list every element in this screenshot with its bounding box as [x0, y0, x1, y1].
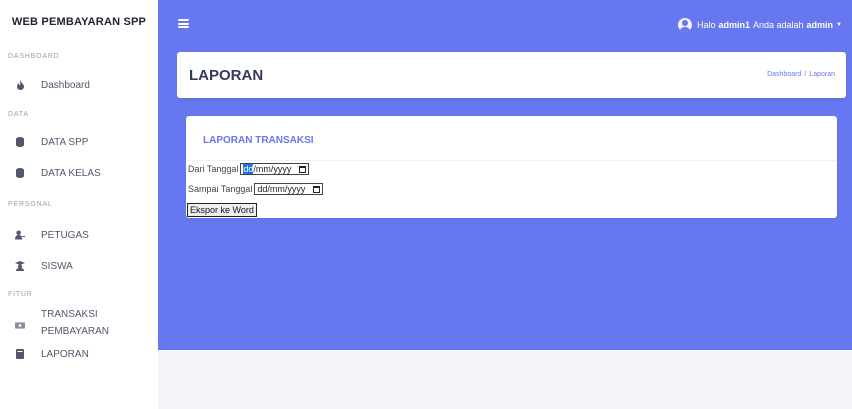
sidebar-item-laporan[interactable]: LAPORAN	[0, 342, 158, 366]
database-icon	[15, 137, 25, 147]
user-tie-icon	[15, 230, 25, 240]
user-dropdown[interactable]: Halo admin1 Anda adalah admin ▼	[677, 18, 842, 32]
section-data: DATA	[8, 111, 29, 118]
database-icon	[15, 168, 25, 178]
sidebar-item-dashboard[interactable]: Dashboard	[0, 73, 158, 97]
sidebar-item-label: SISWA	[41, 260, 73, 272]
export-word-button[interactable]: Ekspor ke Word	[187, 203, 257, 217]
breadcrumb: Dashboard / Laporan	[767, 71, 835, 78]
sidebar-item-siswa[interactable]: SISWA	[0, 254, 158, 278]
breadcrumb-dashboard[interactable]: Dashboard	[767, 71, 801, 78]
card-title: LAPORAN TRANSAKSI	[203, 135, 314, 146]
sidebar-item-label: LAPORAN	[41, 348, 89, 360]
calendar-icon[interactable]	[299, 165, 307, 173]
to-date-label: Sampai Tanggal	[188, 184, 253, 194]
section-dashboard: DASHBOARD	[8, 53, 60, 60]
book-icon	[15, 349, 25, 359]
avatar	[677, 18, 692, 32]
page-header: LAPORAN Dashboard / Laporan	[177, 52, 846, 98]
to-date-row: Sampai Tanggal dd/mm/yyyy	[188, 183, 324, 195]
fire-icon	[15, 80, 25, 90]
divider	[186, 160, 837, 161]
sidebar-item-data-spp[interactable]: DATA SPP	[0, 130, 158, 154]
caret-down-icon: ▼	[836, 22, 842, 28]
sidebar-item-label: Dashboard	[41, 79, 90, 91]
brand-title[interactable]: WEB PEMBAYARAN SPP	[0, 0, 158, 44]
breadcrumb-current: Laporan	[809, 71, 835, 78]
sidebar-item-label: DATA KELAS	[41, 167, 101, 179]
menu-toggle-icon[interactable]	[178, 19, 189, 28]
section-personal: PERSONAL	[8, 201, 53, 208]
sidebar-item-label: PETUGAS	[41, 229, 89, 241]
user-role: admin	[806, 20, 834, 30]
calendar-icon[interactable]	[313, 185, 321, 193]
section-fitur: FITUR	[8, 291, 33, 298]
sidebar: WEB PEMBAYARAN SPP DASHBOARD Dashboard D…	[0, 0, 158, 409]
sidebar-item-label: DATA SPP	[41, 136, 89, 148]
username: admin1	[718, 20, 750, 30]
sidebar-item-data-kelas[interactable]: DATA KELAS	[0, 161, 158, 185]
from-date-input[interactable]: dd/mm/yyyy	[240, 163, 310, 175]
money-icon	[15, 320, 25, 330]
to-date-input[interactable]: dd/mm/yyyy	[254, 183, 324, 195]
from-date-label: Dari Tanggal	[188, 164, 239, 174]
sidebar-item-petugas[interactable]: PETUGAS	[0, 223, 158, 247]
sidebar-item-label: TRANSAKSI PEMBAYARAN	[41, 309, 109, 337]
page-title: LAPORAN	[189, 67, 264, 84]
graduation-cap-icon	[15, 261, 25, 271]
sidebar-item-transaksi-pembayaran[interactable]: TRANSAKSI PEMBAYARAN	[0, 306, 158, 342]
from-date-row: Dari Tanggal dd/mm/yyyy	[188, 163, 310, 175]
